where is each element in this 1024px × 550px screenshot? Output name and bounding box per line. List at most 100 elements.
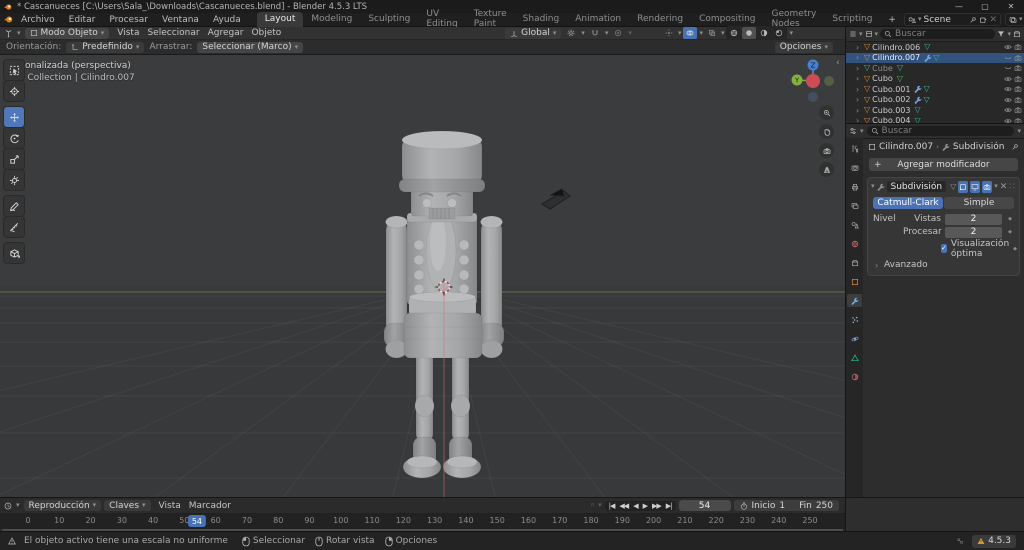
tool-cursor-button[interactable] bbox=[4, 81, 24, 101]
workspace-tab-geometry-nodes[interactable]: Geometry Nodes bbox=[764, 9, 825, 29]
tool-move-button[interactable] bbox=[4, 107, 24, 127]
advanced-section[interactable]: › Avanzado bbox=[875, 260, 1012, 270]
algorithm-tab-simple[interactable]: Simple bbox=[944, 197, 1014, 209]
new-scene-icon[interactable] bbox=[979, 16, 987, 24]
camera-object[interactable] bbox=[541, 188, 571, 210]
properties-tab-output[interactable] bbox=[847, 180, 862, 193]
workspace-tab-texture-paint[interactable]: Texture Paint bbox=[466, 9, 515, 29]
disable-render-camera-icon[interactable] bbox=[1014, 106, 1022, 114]
outliner-item-cubo.003[interactable]: › ▽ Cubo.003 ▽ bbox=[846, 105, 1024, 116]
pin-icon[interactable] bbox=[969, 16, 977, 24]
tool-tweak-select-button[interactable] bbox=[4, 60, 24, 80]
timeline-editor-icon[interactable] bbox=[4, 502, 12, 510]
hide-viewport-eye-closed-icon[interactable] bbox=[1004, 64, 1012, 72]
disable-render-camera-icon[interactable] bbox=[1014, 64, 1022, 72]
animate-dot-icon[interactable]: ◆ bbox=[1013, 246, 1017, 252]
maximize-button[interactable]: ▢ bbox=[972, 0, 998, 13]
outliner-library-chevron-icon[interactable]: ▾ bbox=[875, 30, 879, 38]
outliner-item-cilindro.006[interactable]: › ▽ Cilindro.006 ▽ bbox=[846, 42, 1024, 53]
hide-viewport-eye-open-icon[interactable] bbox=[1004, 75, 1012, 83]
animate-dot-icon[interactable]: ◆ bbox=[1006, 229, 1014, 235]
breadcrumb-modifier[interactable]: Subdivisión bbox=[953, 142, 1005, 152]
new-collection-icon[interactable] bbox=[1013, 30, 1021, 38]
tool-add-primitive-button[interactable] bbox=[4, 243, 24, 263]
add-workspace-button[interactable]: + bbox=[881, 13, 903, 26]
playback-play-reverse-button[interactable]: ◀ bbox=[631, 502, 639, 510]
shading-chevron-icon[interactable]: ▾ bbox=[789, 29, 793, 37]
menu-ventana[interactable]: Ventana bbox=[155, 13, 206, 26]
disable-render-camera-icon[interactable] bbox=[1014, 85, 1022, 93]
disable-render-camera-icon[interactable] bbox=[1014, 96, 1022, 104]
auto-keyframe-icon[interactable]: ◦ bbox=[590, 501, 595, 511]
animate-dot-icon[interactable]: ◆ bbox=[1006, 216, 1014, 222]
viewport-menu-agregar[interactable]: Agregar bbox=[204, 28, 248, 38]
viewport-menu-vista[interactable]: Vista bbox=[113, 28, 143, 38]
expand-icon[interactable]: › bbox=[856, 95, 862, 104]
workspace-tab-scripting[interactable]: Scripting bbox=[824, 12, 880, 27]
tool-transform-button[interactable] bbox=[4, 170, 24, 190]
workspace-tab-layout[interactable]: Layout bbox=[256, 11, 304, 27]
expand-icon[interactable]: › bbox=[856, 106, 862, 115]
current-frame-field[interactable]: 54 bbox=[678, 500, 731, 511]
properties-tab-data[interactable] bbox=[847, 351, 862, 364]
playback-play-button[interactable]: ▶ bbox=[641, 502, 649, 510]
proportional-chevron-icon[interactable]: ▾ bbox=[628, 29, 632, 37]
viewport-display-toggle-icon[interactable] bbox=[970, 180, 981, 193]
playhead-current-frame[interactable]: 54 bbox=[187, 515, 206, 527]
breadcrumb-object[interactable]: Cilindro.007 bbox=[879, 142, 933, 152]
toggle-xray-icon[interactable] bbox=[705, 27, 719, 39]
show-gizmos-icon[interactable] bbox=[662, 27, 676, 39]
modifier-name-field[interactable]: Subdivisión bbox=[886, 181, 947, 192]
nav-toggle-perspective-button[interactable] bbox=[819, 162, 834, 177]
shading-solid-icon[interactable] bbox=[742, 27, 757, 39]
outliner-item-cilindro.007[interactable]: › ▽ Cilindro.007 ▽ bbox=[846, 52, 1024, 63]
playback-jump-end-button[interactable]: ▶| bbox=[664, 502, 674, 510]
properties-tab-render[interactable] bbox=[847, 161, 862, 174]
menu-ayuda[interactable]: Ayuda bbox=[206, 13, 248, 26]
tool-measure-button[interactable] bbox=[4, 217, 24, 237]
expand-icon[interactable]: › bbox=[856, 64, 862, 73]
timeline-ruler[interactable]: 0 10 20 30 40 50 60 70 80 90 100 110 120 130 140 150 160… bbox=[0, 514, 845, 529]
properties-search-input[interactable]: Buscar bbox=[866, 126, 1015, 136]
outliner-item-cubo.004[interactable]: › ▽ Cubo.004 ▽ bbox=[846, 116, 1024, 123]
view-layer-selector[interactable]: ▾ ViewLayer ✕ bbox=[1005, 13, 1024, 26]
optimal-display-checkbox[interactable]: ✓ bbox=[941, 244, 947, 253]
menu-editar[interactable]: Editar bbox=[62, 13, 103, 26]
properties-editor-chevron-icon[interactable]: ▾ bbox=[860, 127, 864, 135]
pivot-point-icon[interactable] bbox=[564, 27, 578, 39]
field-value-procesar[interactable]: 2 bbox=[945, 226, 1002, 238]
outliner-item-cubo.002[interactable]: › ▽ Cubo.002 ▽ bbox=[846, 95, 1024, 106]
outliner-display-mode-icon[interactable] bbox=[849, 30, 857, 38]
shading-wireframe-icon[interactable] bbox=[727, 27, 741, 39]
editor-type-chevron-icon[interactable]: ▾ bbox=[17, 29, 21, 37]
playback-jump-start-button[interactable]: |◀ bbox=[607, 502, 617, 510]
edit-mode-display-toggle-icon[interactable] bbox=[958, 180, 969, 193]
viewport-menu-objeto[interactable]: Objeto bbox=[247, 28, 285, 38]
outliner-item-cubo.001[interactable]: › ▽ Cubo.001 ▽ bbox=[846, 84, 1024, 95]
transform-orientation-dropdown[interactable]: Global ▾ bbox=[505, 27, 562, 39]
extensions-icon[interactable] bbox=[956, 537, 964, 545]
outliner-library-icon[interactable] bbox=[865, 30, 873, 38]
panel-expand-icon[interactable]: ▾ bbox=[871, 183, 875, 190]
gizmo-axis-x[interactable] bbox=[806, 74, 820, 88]
timeline-menu-marcador[interactable]: Marcador bbox=[185, 501, 235, 511]
end-value[interactable]: 250 bbox=[816, 501, 833, 511]
snap-magnet-icon[interactable] bbox=[588, 27, 602, 39]
unlink-scene-icon[interactable]: ✕ bbox=[989, 15, 997, 25]
properties-tab-scene[interactable] bbox=[847, 218, 862, 231]
timeline-dropdown-reproducción[interactable]: Reproducción ▾ bbox=[23, 500, 102, 511]
outliner-display-chevron-icon[interactable]: ▾ bbox=[859, 30, 863, 38]
pin-icon[interactable] bbox=[1011, 143, 1019, 151]
properties-options-chevron-icon[interactable]: ▾ bbox=[1017, 127, 1021, 135]
modifier-drag-handle[interactable]: ∷ bbox=[1009, 182, 1016, 192]
properties-tab-world[interactable] bbox=[847, 237, 862, 250]
workspace-tab-compositing[interactable]: Compositing bbox=[691, 12, 763, 27]
nav-zoom-button[interactable] bbox=[819, 105, 834, 120]
modifier-close-icon[interactable]: ✕ bbox=[1000, 182, 1008, 192]
properties-tab-material[interactable] bbox=[847, 370, 862, 383]
workspace-tab-modeling[interactable]: Modeling bbox=[303, 12, 360, 27]
hide-viewport-eye-open-icon[interactable] bbox=[1004, 96, 1012, 104]
shading-rendered-icon[interactable] bbox=[772, 27, 786, 39]
hide-viewport-eye-open-icon[interactable] bbox=[1004, 85, 1012, 93]
expand-icon[interactable]: › bbox=[856, 116, 862, 123]
